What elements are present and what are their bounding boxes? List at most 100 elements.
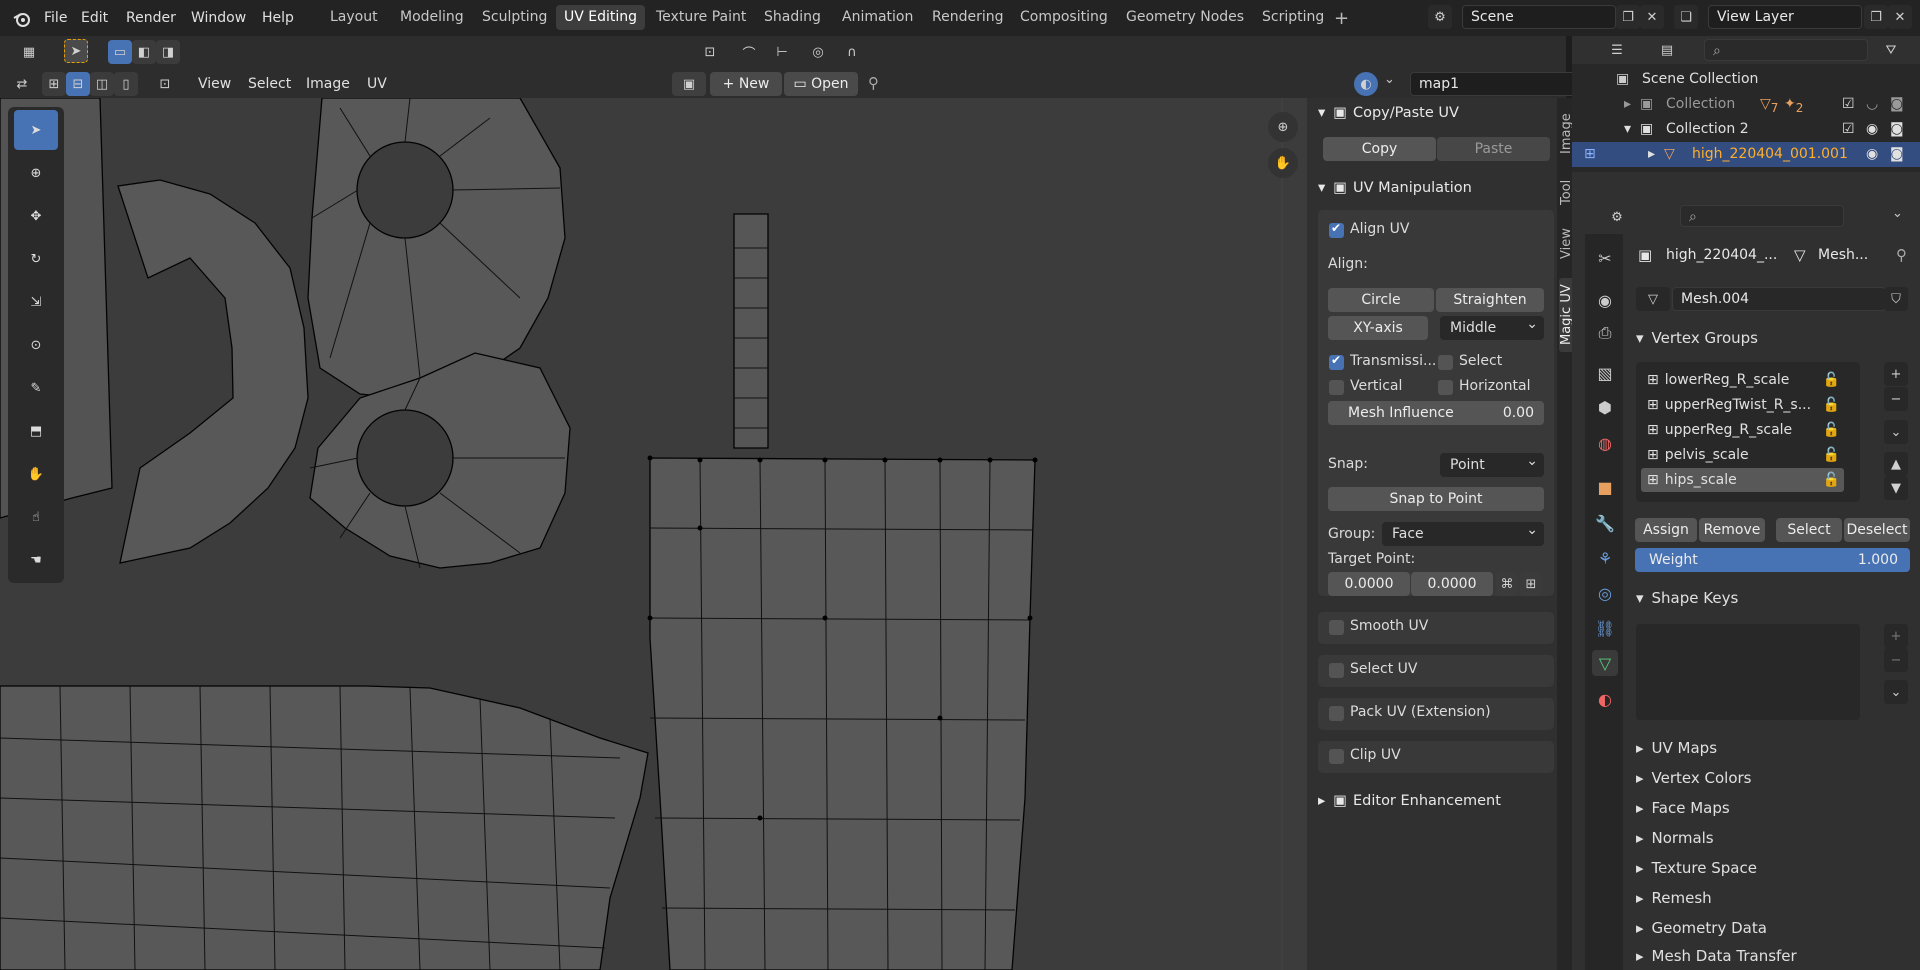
tab-layout[interactable]: Layout: [322, 5, 386, 30]
outliner-display-mode-icon[interactable]: ▤: [1650, 38, 1684, 62]
add-vertex-group-icon[interactable]: +: [1884, 362, 1908, 386]
outliner-filter-icon[interactable]: ⛛: [1876, 38, 1906, 62]
view-layer-properties-icon[interactable]: ▧: [1592, 360, 1618, 386]
outliner-collection[interactable]: ▸ ▣ Collection ▽7 ✦2 ☑ ◡ ◙: [1572, 92, 1920, 117]
select-tool-icon[interactable]: ➤: [14, 110, 58, 150]
select-mode-new-icon[interactable]: ▭: [108, 40, 132, 64]
object-properties-icon[interactable]: ■: [1592, 474, 1618, 500]
outliner-search-input[interactable]: ⌕: [1704, 39, 1868, 61]
editor-enhancement-header[interactable]: ▸ ▣ Editor Enhancement: [1318, 786, 1554, 816]
camera-icon[interactable]: ◙: [1890, 117, 1904, 142]
mesh-influence-slider[interactable]: Mesh Influence 0.00: [1328, 401, 1544, 425]
vertex-select-mode-icon[interactable]: ⊞: [42, 72, 66, 96]
eye-icon[interactable]: ◉: [1866, 142, 1878, 167]
open-image-button[interactable]: ▭ Open: [784, 72, 858, 96]
snap-dropdown[interactable]: Point: [1440, 449, 1544, 477]
remove-button[interactable]: Remove: [1699, 518, 1765, 542]
menu-window[interactable]: Window: [185, 7, 252, 29]
normals-section[interactable]: ▸ Normals: [1636, 824, 1916, 852]
pin-icon[interactable]: ⚲: [1896, 241, 1907, 269]
outliner-scene-collection[interactable]: ▣ Scene Collection: [1572, 67, 1920, 92]
select-checkbox[interactable]: [1438, 355, 1453, 370]
list-item[interactable]: ⊞ upperReg_R_scale 🔓: [1641, 418, 1844, 442]
mesh-data-properties-icon[interactable]: ▽: [1592, 650, 1618, 676]
xy-axis-button[interactable]: XY-axis: [1328, 316, 1428, 340]
fake-user-shield-icon[interactable]: ⛉: [1884, 287, 1908, 311]
new-scene-icon[interactable]: ❐: [1616, 5, 1640, 29]
outliner-editor-type-icon[interactable]: ☰: [1600, 38, 1634, 62]
tab-texture-paint[interactable]: Texture Paint: [648, 5, 754, 30]
tab-uv-editing[interactable]: UV Editing: [556, 5, 646, 30]
pack-uv-checkbox[interactable]: [1329, 706, 1344, 721]
mesh-data-transfer-section[interactable]: ▸ Mesh Data Transfer: [1636, 942, 1916, 970]
vertex-group-specials-icon[interactable]: ⌄: [1884, 420, 1908, 444]
menu-render[interactable]: Render: [120, 7, 182, 29]
eye-icon[interactable]: ◉: [1866, 117, 1878, 142]
grab-tool-icon[interactable]: ✋: [14, 454, 58, 494]
view-layer-field[interactable]: View Layer: [1708, 5, 1862, 29]
paste-button[interactable]: Paste: [1437, 137, 1550, 161]
uv-maps-section[interactable]: ▸ UV Maps: [1636, 734, 1916, 762]
vertex-colors-section[interactable]: ▸ Vertex Colors: [1636, 764, 1916, 792]
properties-options-icon[interactable]: ⌄: [1892, 206, 1903, 221]
snap-target-icon[interactable]: ⊢: [764, 40, 800, 64]
group-dropdown[interactable]: Face: [1382, 518, 1544, 546]
view-layer-icon[interactable]: ❏: [1674, 5, 1698, 29]
uv-manipulation-header[interactable]: ▾ ▣ UV Manipulation: [1318, 173, 1554, 203]
tool-properties-icon[interactable]: ✂: [1592, 245, 1618, 271]
shape-keys-header[interactable]: ▾ Shape Keys: [1636, 584, 1916, 612]
geometry-data-section[interactable]: ▸ Geometry Data: [1636, 914, 1916, 942]
vertical-checkbox[interactable]: [1329, 380, 1344, 395]
list-item[interactable]: ⊞ pelvis_scale 🔓: [1641, 443, 1844, 467]
list-item[interactable]: ⊞ hips_scale 🔓: [1641, 468, 1844, 492]
transform-tool-icon[interactable]: ⊙: [14, 325, 58, 365]
snap-to-point-button[interactable]: Snap to Point: [1328, 487, 1544, 511]
move-tool-icon[interactable]: ✥: [14, 196, 58, 236]
visibility-checkbox[interactable]: ☑: [1842, 92, 1855, 117]
properties-editor-type-icon[interactable]: ⚙: [1600, 205, 1634, 229]
align-uv-checkbox[interactable]: [1329, 221, 1344, 238]
remove-vertex-group-icon[interactable]: −: [1884, 387, 1908, 411]
target-point-y-field[interactable]: 0.0000: [1411, 572, 1493, 596]
add-workspace-icon[interactable]: +: [1334, 8, 1349, 29]
tab-sculpting[interactable]: Sculpting: [474, 5, 555, 30]
list-item[interactable]: ⊞ lowerReg_R_scale 🔓: [1641, 368, 1844, 392]
move-down-icon[interactable]: ▼: [1884, 476, 1908, 500]
uv-sync-selection-icon[interactable]: ⇄: [10, 72, 34, 96]
eye-icon[interactable]: ◡: [1866, 92, 1878, 117]
tab-rendering[interactable]: Rendering: [924, 5, 1012, 30]
pivot-point-icon[interactable]: ⊡: [692, 40, 728, 64]
snap-icon[interactable]: ⌒: [734, 40, 764, 64]
pan-hand-icon[interactable]: ✋: [1268, 148, 1298, 178]
uv-map-dropdown-icon[interactable]: ⌄: [1384, 72, 1395, 87]
properties-search-input[interactable]: ⌕: [1680, 205, 1844, 227]
pinch-tool-icon[interactable]: ☚: [14, 540, 58, 580]
face-select-mode-icon[interactable]: ◫: [90, 72, 114, 96]
physics-properties-icon[interactable]: ◎: [1592, 580, 1618, 606]
add-shape-key-icon[interactable]: +: [1884, 624, 1908, 648]
proportional-edit-icon[interactable]: ◎: [806, 40, 830, 64]
falloff-icon[interactable]: ∩: [834, 40, 870, 64]
delete-scene-icon[interactable]: ✕: [1640, 5, 1664, 29]
relax-tool-icon[interactable]: ☝: [14, 497, 58, 537]
lock-icon[interactable]: 🔓: [1823, 393, 1840, 417]
uv-menu-uv[interactable]: UV: [361, 73, 393, 95]
tab-scripting[interactable]: Scripting: [1254, 5, 1332, 30]
tab-modeling[interactable]: Modeling: [392, 5, 472, 30]
move-up-icon[interactable]: ▲: [1884, 452, 1908, 476]
outliner-collection-2[interactable]: ▾ ▣ Collection 2 ☑ ◉ ◙: [1572, 117, 1920, 142]
straighten-button[interactable]: Straighten: [1436, 288, 1544, 312]
remesh-section[interactable]: ▸ Remesh: [1636, 884, 1916, 912]
shape-key-specials-icon[interactable]: ⌄: [1884, 680, 1908, 704]
select-mode-subtract-icon[interactable]: ◨: [156, 40, 180, 64]
constraints-properties-icon[interactable]: ⛓: [1592, 615, 1618, 641]
lock-icon[interactable]: 🔓: [1823, 468, 1840, 492]
uv-menu-image[interactable]: Image: [300, 73, 356, 95]
middle-dropdown[interactable]: Middle: [1440, 312, 1544, 340]
island-select-mode-icon[interactable]: ▯: [114, 72, 138, 96]
menu-edit[interactable]: Edit: [75, 7, 114, 29]
texture-space-section[interactable]: ▸ Texture Space: [1636, 854, 1916, 882]
modifier-properties-icon[interactable]: 🔧: [1592, 510, 1618, 536]
select-box-tool-icon[interactable]: ➤: [64, 39, 88, 63]
target-point-pick-icon[interactable]: ⌘: [1496, 572, 1518, 596]
